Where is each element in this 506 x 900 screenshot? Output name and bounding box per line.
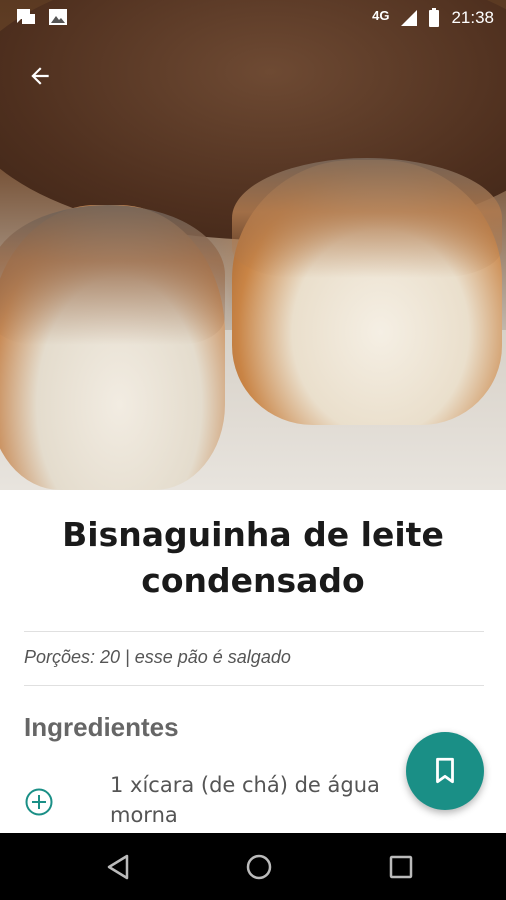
system-navigation-bar xyxy=(0,833,506,900)
bookmark-icon xyxy=(436,757,454,784)
bookmark-button[interactable] xyxy=(406,732,484,810)
network-type: 4G xyxy=(372,7,390,23)
divider-bottom xyxy=(24,685,484,686)
nav-recents-button[interactable] xyxy=(385,851,417,883)
image-notification-icon xyxy=(49,9,67,25)
battery-icon xyxy=(429,7,440,27)
divider-top xyxy=(24,631,484,632)
bread-crust-left xyxy=(0,205,225,345)
status-bar: 4G 21:38 xyxy=(0,0,506,36)
back-button[interactable] xyxy=(22,58,58,94)
square-recents-icon xyxy=(389,855,413,879)
chat-notification-icon xyxy=(17,9,35,24)
ingredients-heading: Ingredientes xyxy=(24,712,179,742)
status-time: 21:38 xyxy=(451,8,494,27)
arrow-left-icon xyxy=(31,67,49,85)
ingredient-text: 1 xícara (de chá) de água morna xyxy=(110,773,380,827)
bread-crust-right xyxy=(232,158,502,278)
recipe-hero-image xyxy=(0,0,506,490)
recipe-title: Bisnaguinha de leite condensado xyxy=(62,515,444,600)
plus-circle-icon[interactable] xyxy=(24,787,54,817)
portions-info: Porções: 20 | esse pão é salgado xyxy=(24,647,291,667)
signal-icon xyxy=(401,10,418,26)
circle-home-icon xyxy=(246,854,272,880)
nav-home-button[interactable] xyxy=(243,851,275,883)
triangle-back-icon xyxy=(107,854,129,880)
nav-back-button[interactable] xyxy=(102,851,134,883)
